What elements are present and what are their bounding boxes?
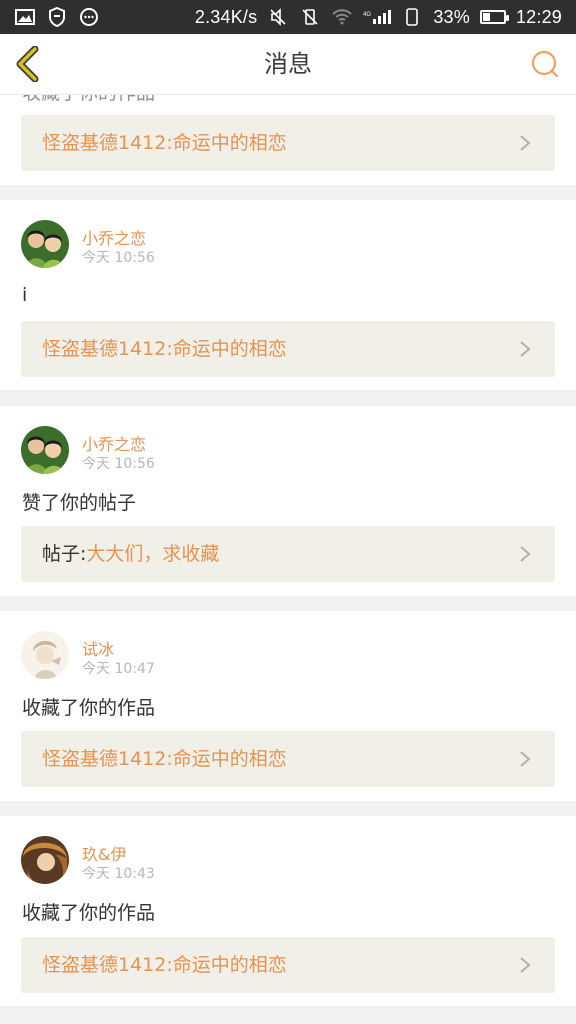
chevron-right-icon <box>520 546 531 562</box>
link-title: 大大们，求收藏 <box>86 543 220 565</box>
user-name[interactable]: 小乔之恋 <box>82 225 146 249</box>
vibrate-off-icon <box>299 7 321 27</box>
link-title: 怪盗基德1412:命运中的相恋 <box>42 954 287 976</box>
post-link[interactable]: 帖子:大大们，求收藏 <box>21 526 555 582</box>
message-card: 小乔之恋 今天 10:56 i 怪盗基德1412:命运中的相恋 <box>0 200 576 390</box>
avatar[interactable] <box>21 220 69 268</box>
avatar[interactable] <box>21 631 69 679</box>
message-text: i <box>22 284 28 306</box>
chevron-right-icon <box>520 341 531 357</box>
message-card: 玖&伊 今天 10:43 收藏了你的作品 怪盗基德1412:命运中的相恋 <box>0 816 576 1006</box>
message-text: 收藏了你的作品 <box>22 697 156 719</box>
status-left <box>14 7 100 27</box>
app-header: 消息 <box>0 34 576 95</box>
user-name[interactable]: 小乔之恋 <box>82 431 146 455</box>
avatar[interactable] <box>21 836 69 884</box>
message-card: 小乔之恋 今天 10:56 赞了你的帖子 帖子:大大们，求收藏 <box>0 406 576 596</box>
message-time: 今天 10:56 <box>82 250 155 266</box>
chevron-right-icon <box>520 135 531 151</box>
mute-icon <box>267 7 289 27</box>
shield-icon <box>46 7 68 27</box>
link-title: 怪盗基德1412:命运中的相恋 <box>42 748 287 770</box>
search-button[interactable] <box>528 47 562 81</box>
work-link[interactable]: 怪盗基德1412:命运中的相恋 <box>21 321 555 377</box>
battery-icon <box>479 10 509 24</box>
message-card: 收藏了你的作品 怪盗基德1412:命运中的相恋 <box>0 95 576 185</box>
user-name[interactable]: 试冰 <box>82 636 114 660</box>
phone-icon <box>401 7 423 27</box>
message-time: 今天 10:56 <box>82 456 155 472</box>
search-icon <box>531 50 559 78</box>
message-text: 收藏了你的作品 <box>22 95 155 105</box>
message-card: 试冰 今天 10:47 收藏了你的作品 怪盗基德1412:命运中的相恋 <box>0 611 576 801</box>
chevron-right-icon <box>520 957 531 973</box>
network-speed: 2.34K/s <box>194 6 258 27</box>
message-time: 今天 10:47 <box>82 661 155 677</box>
page-title: 消息 <box>264 50 312 78</box>
chat-bubble-icon <box>78 7 100 27</box>
message-text: 赞了你的帖子 <box>22 492 137 514</box>
wifi-icon <box>331 7 353 27</box>
message-time: 今天 10:43 <box>82 866 155 882</box>
image-icon <box>14 7 36 27</box>
user-name[interactable]: 玖&伊 <box>82 841 126 865</box>
link-prefix: 帖子: <box>42 543 87 565</box>
avatar[interactable] <box>21 426 69 474</box>
work-link[interactable]: 怪盗基德1412:命运中的相恋 <box>21 937 555 993</box>
status-bar: 2.34K/s 4G 33% 12:29 <box>0 0 576 34</box>
work-link[interactable]: 怪盗基德1412:命运中的相恋 <box>21 731 555 787</box>
message-text: 收藏了你的作品 <box>22 902 156 924</box>
chevron-right-icon <box>520 751 531 767</box>
status-right: 2.34K/s 4G 33% 12:29 <box>195 7 562 28</box>
link-title: 怪盗基德1412:命运中的相恋 <box>42 338 287 360</box>
battery-percent: 33% <box>433 6 470 27</box>
link-title: 怪盗基德1412:命运中的相恋 <box>42 132 287 154</box>
network-label: 4G <box>363 12 371 18</box>
signal-icon: 4G <box>363 7 392 27</box>
work-link[interactable]: 怪盗基德1412:命运中的相恋 <box>21 115 555 171</box>
clock: 12:29 <box>515 6 562 27</box>
